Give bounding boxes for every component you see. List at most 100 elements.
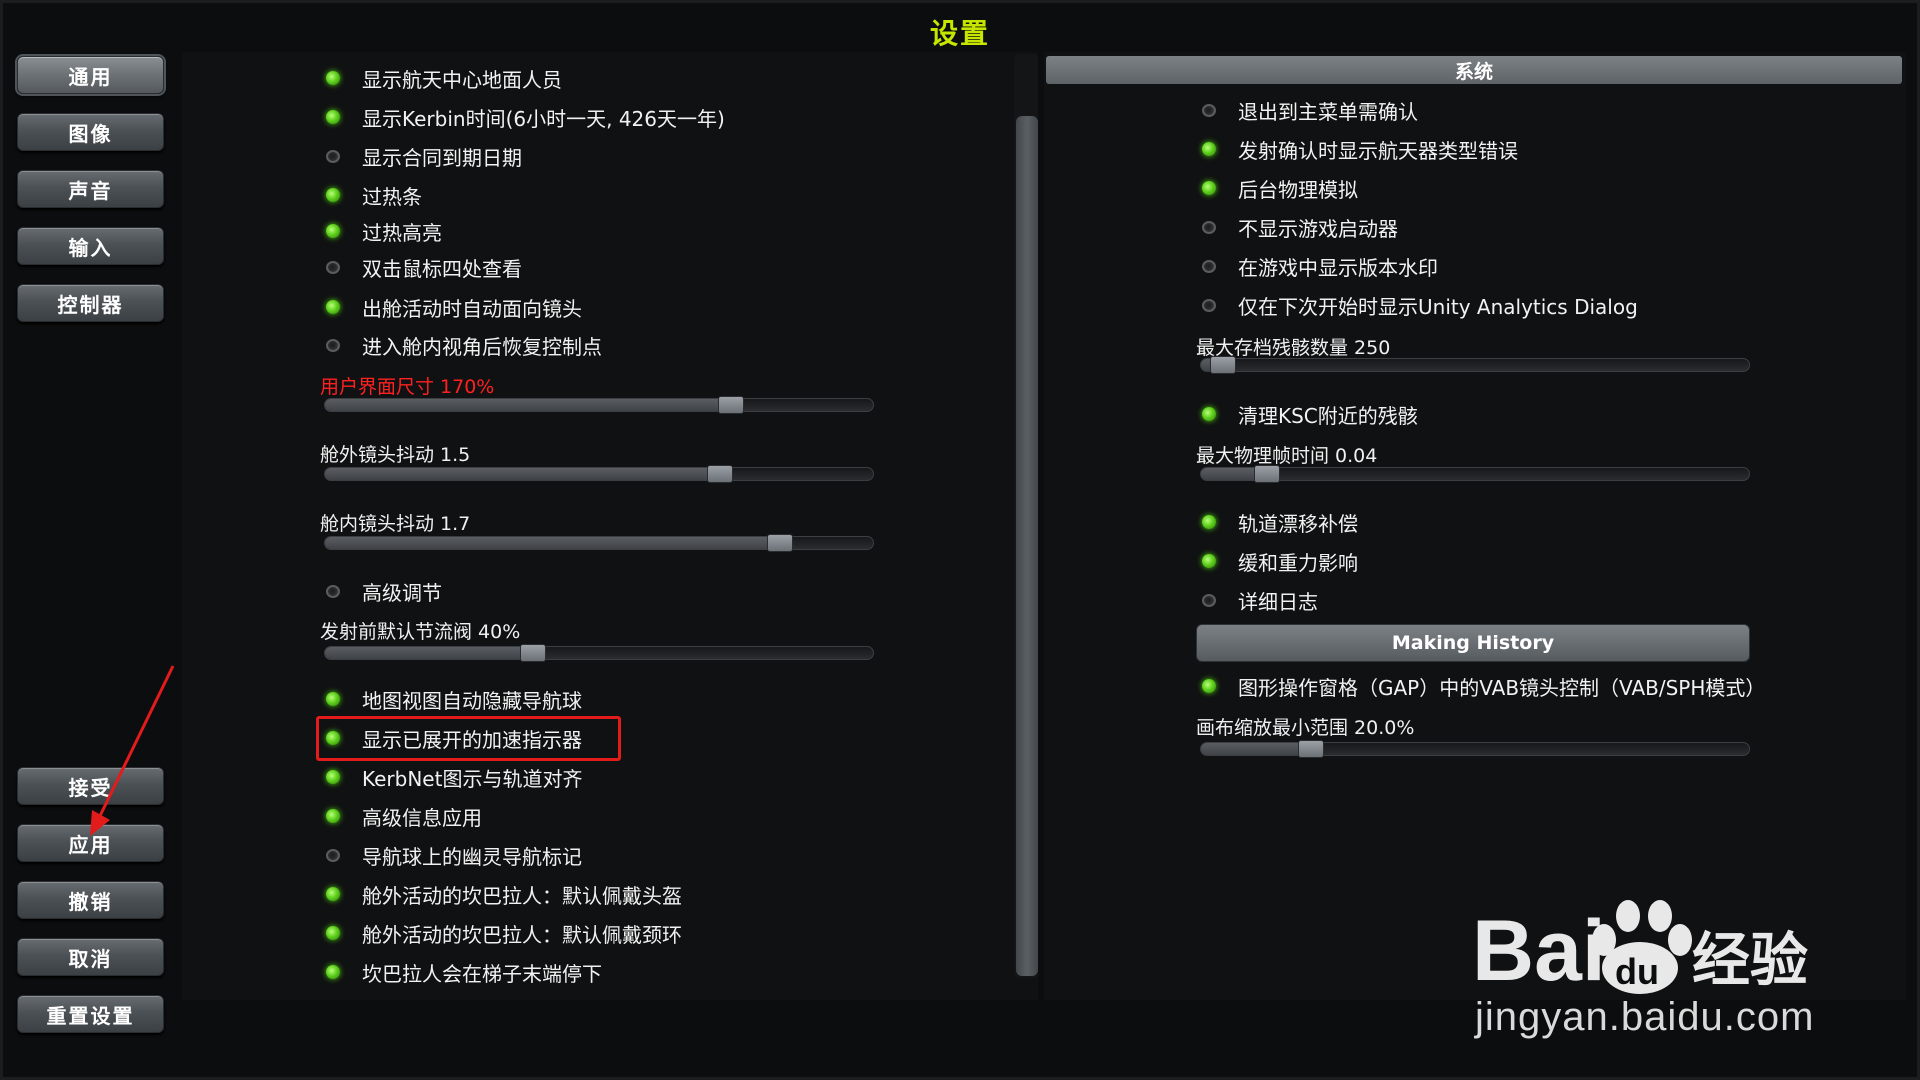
right-toggle-b-2[interactable]: 详细日志 [1202,585,1318,615]
toggle-on-icon[interactable] [1202,515,1216,529]
left-toggle-a-2[interactable]: 显示合同到期日期 [326,141,522,171]
nav-button-1[interactable]: 图像 [17,113,164,151]
baidu-logo: Bai du 经验 [1472,900,1808,999]
toggle-off-icon[interactable] [326,848,340,862]
left-toggle-a-3[interactable]: 过热条 [326,180,422,210]
window-title: 设置 [929,17,990,50]
toggle-label: 双击鼠标四处查看 [362,256,522,281]
watermark-url: jingyan.baidu.com [1475,995,1815,1039]
right-toggle-b-0[interactable]: 轨道漂移补偿 [1202,507,1358,537]
throttle-slider-track[interactable] [324,644,874,662]
left-slider-2-track[interactable] [324,534,874,552]
left-slider-2-thumb[interactable] [766,534,793,552]
annotation-arrow [90,665,175,836]
toggle-label: 发射确认时显示航天器类型错误 [1238,138,1518,163]
left-toggle-b-7[interactable]: 坎巴拉人会在梯子末端停下 [326,957,602,987]
toggle-on-icon[interactable] [1202,679,1216,693]
left-slider-1-thumb[interactable] [706,465,733,483]
reset-settings-button[interactable]: 重置设置 [17,995,164,1033]
left-toggle-a-4[interactable]: 过热高亮 [326,216,442,246]
right-toggle-a-0[interactable]: 退出到主菜单需确认 [1202,95,1418,125]
left-toggle-b-4[interactable]: 导航球上的幽灵导航标记 [326,840,582,870]
debris-slider-thumb[interactable] [1209,356,1236,374]
nav-button-2[interactable]: 声音 [17,170,164,208]
left-toggle-a-1[interactable]: 显示Kerbin时间(6小时一天, 426天一年) [326,102,725,132]
toggle-on-icon[interactable] [1202,407,1216,421]
left-toggle-b-0[interactable]: 地图视图自动隐藏导航球 [326,684,582,714]
toggle-on-icon[interactable] [1202,142,1216,156]
toggle-on-icon[interactable] [326,770,340,784]
toggle-off-icon[interactable] [1202,298,1216,312]
toggle-off-icon[interactable] [326,260,340,274]
left-toggle-a-5[interactable]: 双击鼠标四处查看 [326,252,522,282]
toggle-on-icon[interactable] [326,887,340,901]
toggle-off-icon[interactable] [326,584,340,598]
toggle-on-icon[interactable] [326,692,340,706]
toggle-on-icon[interactable] [326,300,340,314]
toggle-off-icon[interactable] [1202,593,1216,607]
toggle-off-icon[interactable] [1202,220,1216,234]
left-toggle-a-6[interactable]: 出舱活动时自动面向镜头 [326,292,582,322]
left-toggle-b-2[interactable]: KerbNet图示与轨道对齐 [326,762,582,792]
debris-slider-track[interactable] [1200,356,1750,374]
right-toggle-a-5[interactable]: 仅在下次开始时显示Unity Analytics Dialog [1202,290,1638,320]
throttle-slider-label: 发射前默认节流阀 40% [320,621,521,643]
nav-button-4[interactable]: 控制器 [17,284,164,322]
left-toggle-a-0[interactable]: 显示航天中心地面人员 [326,63,562,93]
highlight-box [316,716,621,761]
left-toggle-b-5[interactable]: 舱外活动的坎巴拉人：默认佩戴头盔 [326,879,682,909]
advanced-toggle[interactable]: 高级调节 [326,576,442,606]
toggle-label: 导航球上的幽灵导航标记 [362,844,582,869]
toggle-label: KerbNet图示与轨道对齐 [362,766,583,791]
left-slider-0-thumb[interactable] [717,396,744,414]
throttle-slider-thumb[interactable] [520,644,547,662]
toggle-off-icon[interactable] [326,149,340,163]
cancel-button[interactable]: 取消 [17,938,164,976]
left-slider-1-track[interactable] [324,465,874,483]
phys-slider-label: 最大物理帧时间 0.04 [1196,445,1378,467]
toggle-on-icon[interactable] [326,926,340,940]
making-history-header: Making History [1196,624,1750,662]
toggle-off-icon[interactable] [326,338,340,352]
right-toggle-b-1[interactable]: 缓和重力影响 [1202,546,1358,576]
toggle-label: 高级调节 [362,580,442,605]
system-section-header: 系统 [1046,56,1902,84]
toggle-on-icon[interactable] [326,188,340,202]
scrollbar-thumb[interactable] [1016,116,1038,976]
toggle-off-icon[interactable] [1202,259,1216,273]
toggle-label: 高级信息应用 [362,805,482,830]
toggle-label: 显示航天中心地面人员 [362,67,562,92]
left-toggle-b-3[interactable]: 高级信息应用 [326,801,482,831]
left-toggle-a-7[interactable]: 进入舱内视角后恢复控制点 [326,330,602,360]
toggle-on-icon[interactable] [326,110,340,124]
general-settings-panel [182,52,1038,1000]
nav-button-3[interactable]: 输入 [17,227,164,265]
canvas-zoom-slider-track[interactable] [1200,740,1750,758]
toggle-on-icon[interactable] [1202,181,1216,195]
toggle-off-icon[interactable] [1202,103,1216,117]
jingyan-text: 经验 [1692,926,1808,994]
phys-slider-thumb[interactable] [1253,465,1280,483]
baidu-logo-text: Bai [1472,903,1606,999]
canvas-zoom-slider-thumb[interactable] [1297,740,1324,758]
toggle-on-icon[interactable] [326,224,340,238]
left-toggle-b-6[interactable]: 舱外活动的坎巴拉人：默认佩戴颈环 [326,918,682,948]
canvas-zoom-slider-fill [1201,743,1311,755]
throttle-slider-fill [325,647,534,659]
phys-slider-track[interactable] [1200,465,1750,483]
clean-ksc-toggle[interactable]: 清理KSC附近的残骸 [1202,399,1418,429]
nav-button-0[interactable]: 通用 [17,56,164,94]
toggle-on-icon[interactable] [326,809,340,823]
toggle-label: 仅在下次开始时显示Unity Analytics Dialog [1238,294,1638,319]
right-toggle-a-4[interactable]: 在游戏中显示版本水印 [1202,251,1438,281]
gap-toggle[interactable]: 图形操作窗格（GAP）中的VAB镜头控制（VAB/SPH模式） [1202,671,1765,701]
left-slider-0-track[interactable] [324,396,874,414]
toggle-on-icon[interactable] [326,965,340,979]
toggle-on-icon[interactable] [1202,554,1216,568]
revert-button[interactable]: 撤销 [17,881,164,919]
right-toggle-a-1[interactable]: 发射确认时显示航天器类型错误 [1202,134,1518,164]
right-toggle-a-3[interactable]: 不显示游戏启动器 [1202,212,1398,242]
right-toggle-a-2[interactable]: 后台物理模拟 [1202,173,1358,203]
toggle-label: 舱外活动的坎巴拉人：默认佩戴头盔 [362,883,682,908]
toggle-on-icon[interactable] [326,71,340,85]
